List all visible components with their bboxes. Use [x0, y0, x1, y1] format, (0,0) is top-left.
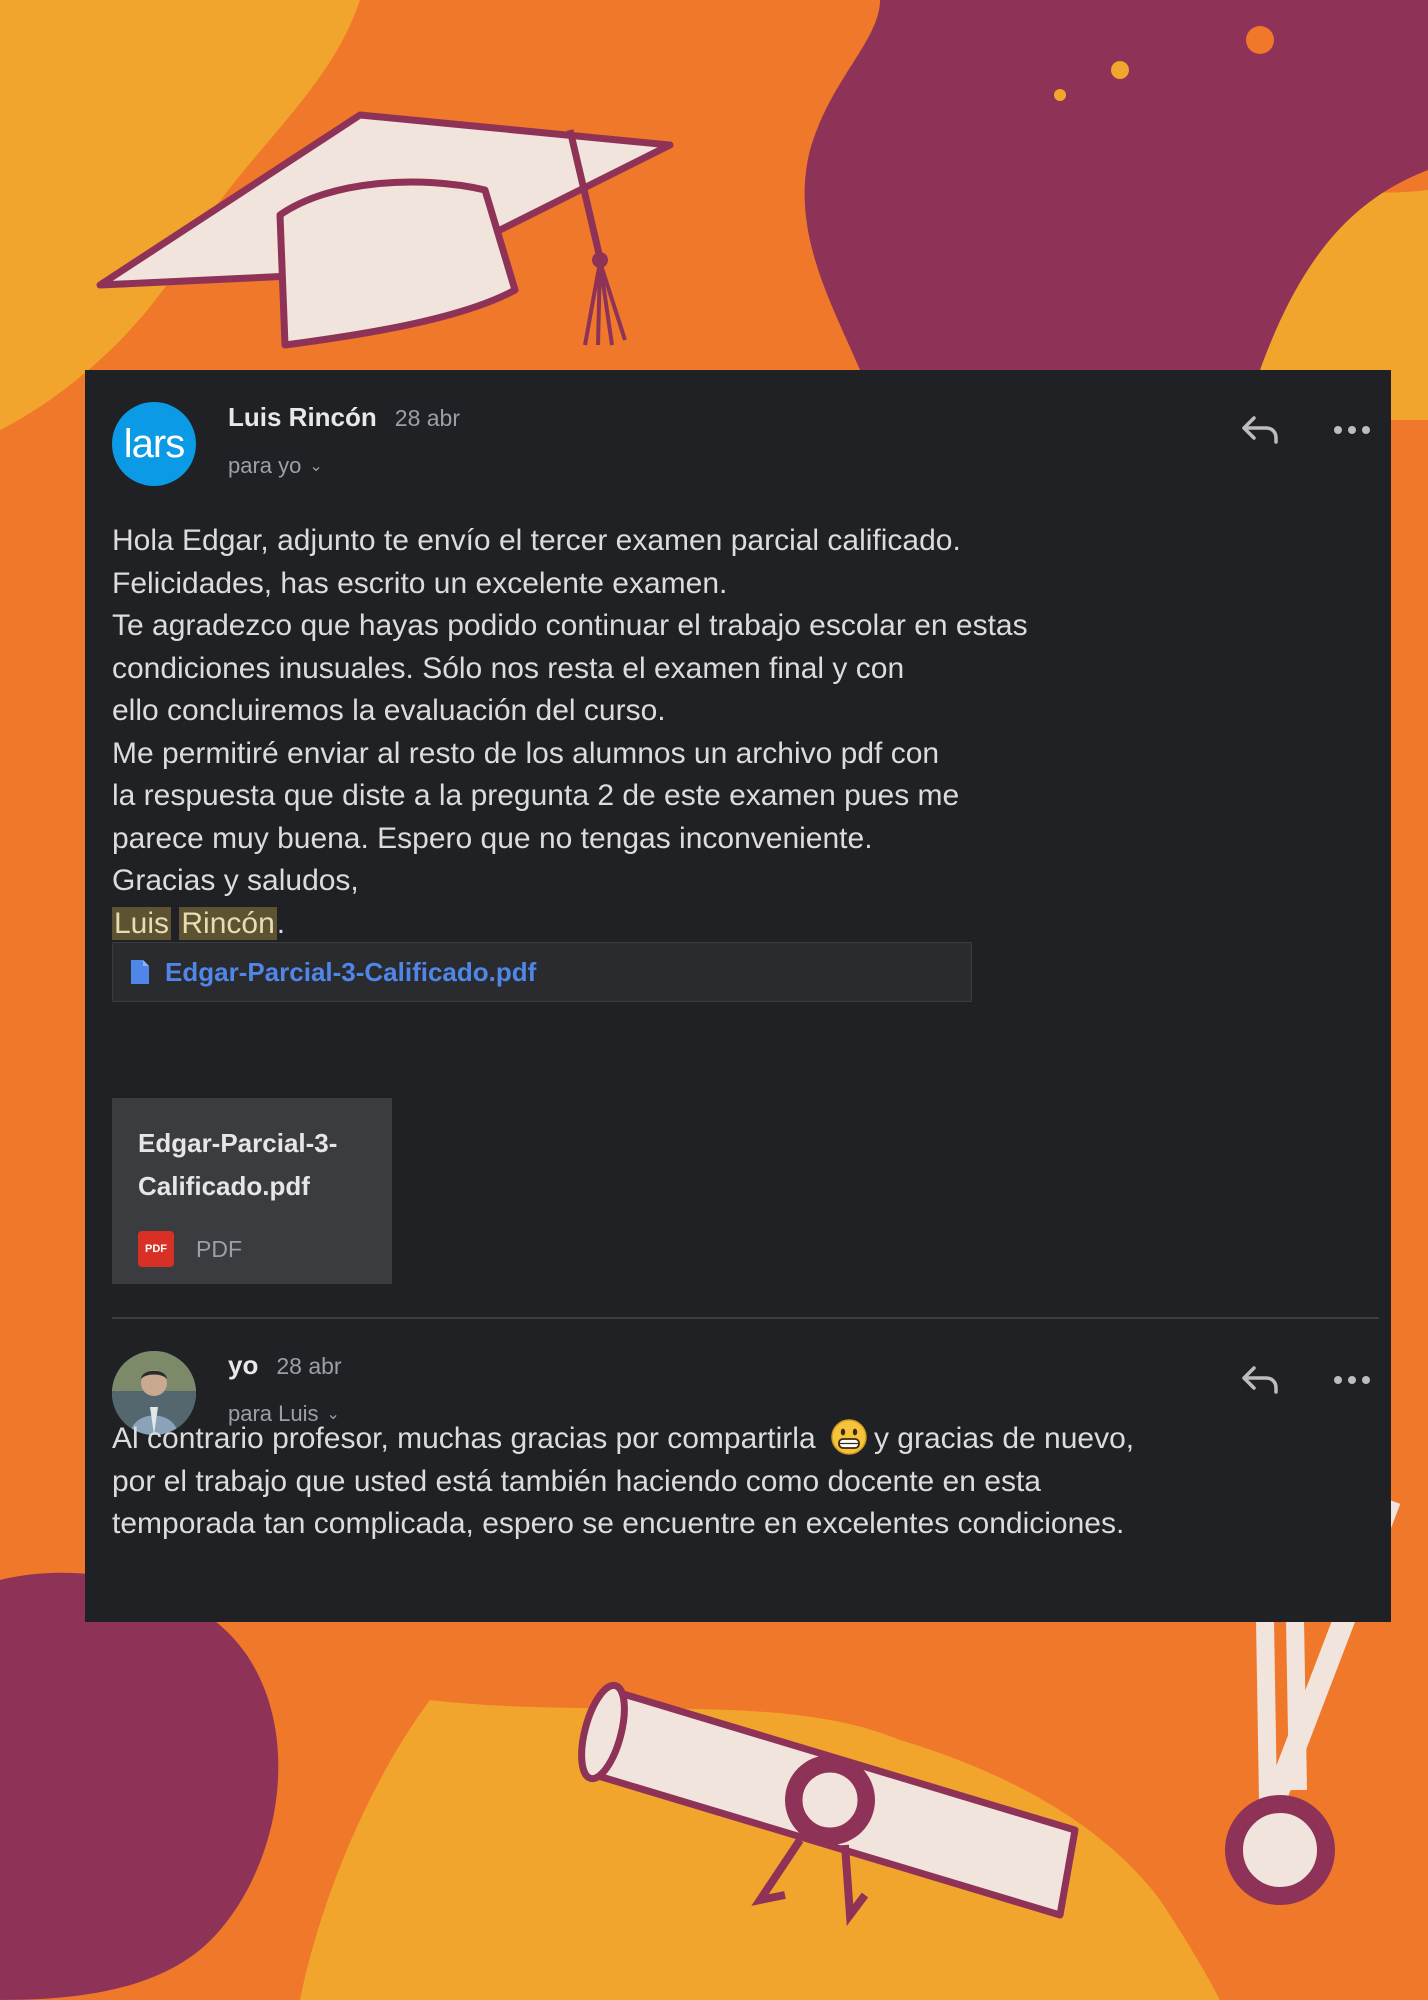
chevron-down-icon: ⌄: [309, 458, 323, 475]
body-line: por el trabajo que usted está también ha…: [112, 1464, 1041, 1498]
more-options-button[interactable]: [1330, 1360, 1374, 1400]
message-date: 28 abr: [394, 405, 460, 431]
body-line: Hola Edgar, adjunto te envío el tercer e…: [112, 524, 961, 557]
more-options-icon: [1334, 426, 1370, 434]
avatar-label: lars: [123, 421, 185, 466]
message-divider: [112, 1317, 1379, 1319]
reply-button[interactable]: [1238, 1360, 1282, 1400]
attachment-card-name-line: Edgar-Parcial-3-: [138, 1128, 338, 1158]
body-line: temporada tan complicada, espero se encu…: [112, 1507, 1125, 1540]
signature-line: Luis Rincón.: [112, 903, 1367, 946]
more-options-icon: [1334, 1376, 1370, 1384]
body-line: Felicidades, has escrito un excelente ex…: [112, 566, 728, 600]
attachment-card-name-line: Calificado.pdf: [138, 1171, 310, 1201]
attachment-card-name: Edgar-Parcial-3- Calificado.pdf: [138, 1122, 366, 1208]
sender-line: yo 28 abr: [228, 1350, 342, 1381]
pdf-icon: PDF: [138, 1231, 174, 1267]
sender-line: Luis Rincón 28 abr: [228, 402, 460, 433]
more-options-button[interactable]: [1330, 410, 1374, 450]
sender-name[interactable]: yo: [228, 1350, 258, 1381]
grinning-face-emoji-icon: [831, 1419, 867, 1455]
body-text-segment: y gracias de nuevo,: [873, 1422, 1135, 1455]
file-icon: [131, 960, 149, 984]
attachment-link[interactable]: Edgar-Parcial-3-Calificado.pdf: [112, 942, 972, 1002]
recipient-label: para yo: [228, 453, 302, 478]
body-line: Te agradezco que hayas podido continuar …: [112, 609, 1028, 642]
body-line: la respuesta que diste a la pregunta 2 d…: [112, 779, 960, 812]
message-date: 28 abr: [276, 1353, 342, 1379]
reply-icon: [1242, 416, 1278, 444]
reply-button[interactable]: [1238, 410, 1282, 450]
message-body: Al contrario profesor, muchas gracias po…: [112, 1418, 1367, 1546]
attachment-card-type: PDF PDF: [138, 1231, 242, 1267]
message-body: Hola Edgar, adjunto te envío el tercer e…: [112, 520, 1367, 945]
signature-last-name: Rincón: [179, 906, 277, 940]
recipient-toggle[interactable]: para yo ⌄: [228, 453, 323, 479]
signature-first-name: Luis: [112, 906, 172, 940]
body-line: ello concluiremos la evaluación del curs…: [112, 694, 666, 727]
email-thread-panel: lars Luis Rincón 28 abr para yo ⌄ Hola E…: [85, 370, 1391, 1622]
body-line: condiciones inusuales. Sólo nos resta el…: [112, 651, 905, 685]
signature-period: .: [276, 906, 286, 940]
attachment-link-label: Edgar-Parcial-3-Calificado.pdf: [165, 956, 537, 987]
body-text-segment: Al contrario profesor, muchas gracias po…: [112, 1422, 816, 1455]
body-line: Al contrario profesor, muchas gracias po…: [112, 1418, 1367, 1461]
email-message-yo: yo 28 abr para Luis ⌄ Al contrario profe…: [85, 1320, 1391, 1622]
body-line: Me permitiré enviar al resto de los alum…: [112, 736, 940, 770]
attachment-card[interactable]: Edgar-Parcial-3- Calificado.pdf PDF PDF: [112, 1098, 392, 1284]
attachment-type-label: PDF: [196, 1235, 242, 1262]
body-line: parece muy buena. Espero que no tengas i…: [112, 821, 873, 855]
sender-name[interactable]: Luis Rincón: [228, 402, 377, 433]
body-line: Gracias y saludos,: [112, 864, 359, 897]
reply-icon: [1242, 1366, 1278, 1394]
sender-avatar[interactable]: lars: [112, 402, 196, 486]
email-message-luis: lars Luis Rincón 28 abr para yo ⌄ Hola E…: [85, 370, 1391, 1320]
